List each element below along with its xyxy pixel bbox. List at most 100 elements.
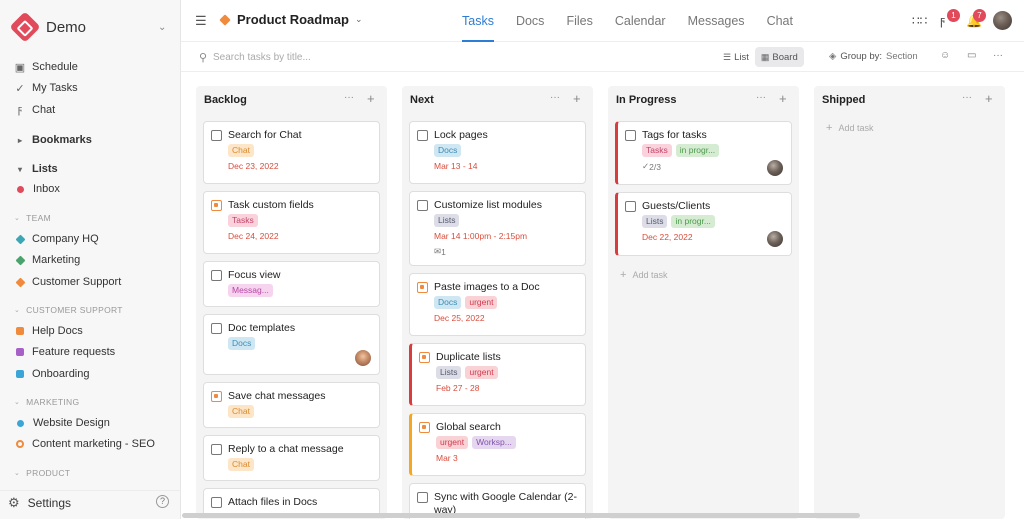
add-task-button[interactable]: + Add task xyxy=(620,269,667,281)
tag-badge[interactable]: Tasks xyxy=(228,214,258,227)
tag-badge[interactable]: Lists xyxy=(434,214,460,227)
column-title[interactable]: In Progress xyxy=(616,94,677,106)
people-icon[interactable]: ☺ xyxy=(940,50,950,61)
sidebar-item-help-docs[interactable]: Help Docs xyxy=(0,321,181,341)
tab-messages[interactable]: Messages xyxy=(677,0,756,42)
sidebar-item-inbox[interactable]: Inbox xyxy=(0,179,181,199)
tag-badge[interactable]: in progr... xyxy=(675,144,720,157)
activity-icon[interactable]: ϝ1 xyxy=(940,9,960,28)
scrollbar-thumb[interactable] xyxy=(182,513,860,518)
column-add-icon[interactable]: + xyxy=(779,91,787,106)
bell-icon[interactable]: 🔔 7 xyxy=(966,9,986,29)
task-checkbox[interactable] xyxy=(417,282,428,293)
task-checkbox[interactable] xyxy=(211,200,222,211)
sidebar-section-marketing[interactable]: ⌄ MARKETING xyxy=(0,394,181,410)
group-by-selector[interactable]: ◈ Group by: Section xyxy=(829,51,918,62)
sidebar-item-feature-requests[interactable]: Feature requests xyxy=(0,342,181,362)
sidebar-item-my-tasks[interactable]: ✓ My Tasks xyxy=(0,78,181,98)
assignee-avatar[interactable] xyxy=(767,231,783,247)
tag-badge[interactable]: Tasks xyxy=(642,144,672,157)
task-card[interactable]: Search for Chat Chat Dec 23, 2022 xyxy=(203,121,380,184)
tag-badge[interactable]: urgent xyxy=(465,366,498,379)
task-card[interactable]: Lock pages Docs Mar 13 - 14 xyxy=(409,121,586,184)
task-card[interactable]: Customize list modules Lists Mar 14 1:00pm… xyxy=(409,191,586,266)
tab-chat[interactable]: Chat xyxy=(756,0,804,42)
assignee-avatar[interactable] xyxy=(767,160,783,176)
task-checkbox[interactable] xyxy=(419,422,430,433)
column-add-icon[interactable]: + xyxy=(367,91,375,106)
column-add-icon[interactable]: + xyxy=(985,91,993,106)
task-checkbox[interactable] xyxy=(211,444,222,455)
tag-badge[interactable]: Chat xyxy=(228,144,254,157)
tab-tasks[interactable]: Tasks xyxy=(451,0,505,42)
tab-files[interactable]: Files xyxy=(555,0,603,42)
tag-badge[interactable]: Chat xyxy=(228,405,254,418)
sidebar-item-schedule[interactable]: ▣ Schedule xyxy=(0,57,181,77)
task-checkbox[interactable] xyxy=(417,200,428,211)
tab-docs[interactable]: Docs xyxy=(505,0,555,42)
tag-badge[interactable]: Docs xyxy=(434,296,462,309)
assignee-avatar[interactable] xyxy=(355,350,371,366)
sidebar-item-website-design[interactable]: Website Design xyxy=(0,413,181,433)
sidebar-item-content-marketing-seo[interactable]: Content marketing - SEO xyxy=(0,434,181,454)
tag-badge[interactable]: Chat xyxy=(228,458,254,471)
sidebar-item-customer-support[interactable]: Customer Support xyxy=(0,272,181,292)
task-checkbox[interactable] xyxy=(211,391,222,402)
help-icon[interactable]: ? xyxy=(156,495,169,508)
task-checkbox[interactable] xyxy=(211,323,222,334)
tag-badge[interactable]: in progr... xyxy=(671,215,715,228)
tab-calendar[interactable]: Calendar xyxy=(604,0,677,42)
tag-badge[interactable]: Lists xyxy=(436,366,462,379)
sidebar-item-marketing[interactable]: Marketing xyxy=(0,250,181,270)
task-card[interactable]: Duplicate lists Lists urgent Feb 27 - 28 xyxy=(409,343,586,406)
column-add-icon[interactable]: + xyxy=(573,91,581,106)
task-card[interactable]: Guests/Clients Lists in progr... Dec 22, 20… xyxy=(615,192,792,256)
column-title[interactable]: Shipped xyxy=(822,94,865,106)
task-card[interactable]: Global search urgent Worksp... Mar 3 xyxy=(409,413,586,476)
task-card[interactable]: Reply to a chat message Chat xyxy=(203,435,380,481)
task-checkbox[interactable] xyxy=(211,497,222,508)
sidebar-item-onboarding[interactable]: Onboarding xyxy=(0,364,181,384)
sidebar-item-lists[interactable]: ▾ Lists xyxy=(0,159,181,179)
menu-icon[interactable]: ☰ xyxy=(195,13,207,29)
apps-grid-icon[interactable]: ∷∷ xyxy=(912,14,927,28)
task-card[interactable]: Focus view Messag... xyxy=(203,261,380,307)
column-title[interactable]: Next xyxy=(410,94,434,106)
workspace-switcher[interactable]: Demo xyxy=(9,11,86,43)
add-task-button[interactable]: + Add task xyxy=(826,122,873,134)
task-checkbox[interactable] xyxy=(417,492,428,503)
settings-button[interactable]: ⚙ Settings ? xyxy=(0,490,181,514)
task-checkbox[interactable] xyxy=(625,130,636,141)
column-more-icon[interactable]: ··· xyxy=(344,92,354,103)
task-checkbox[interactable] xyxy=(417,130,428,141)
column-title[interactable]: Backlog xyxy=(204,94,247,106)
task-checkbox[interactable] xyxy=(211,130,222,141)
view-list-button[interactable]: ☰ List xyxy=(717,47,755,67)
tag-badge[interactable]: Docs xyxy=(434,144,462,157)
task-card[interactable]: Task custom fields Tasks Dec 24, 2022 xyxy=(203,191,380,254)
tag-badge[interactable]: urgent xyxy=(465,296,498,309)
task-checkbox[interactable] xyxy=(211,270,222,281)
tag-badge[interactable]: Messag... xyxy=(228,284,273,297)
project-title[interactable]: Product Roadmap ⌄ xyxy=(219,12,363,27)
user-avatar[interactable] xyxy=(993,11,1012,30)
tag-badge[interactable]: Docs xyxy=(228,337,256,350)
search-input[interactable] xyxy=(213,49,513,65)
horizontal-scrollbar[interactable] xyxy=(0,512,1024,519)
view-board-button[interactable]: ▦ Board xyxy=(754,47,804,67)
chevron-down-icon[interactable]: ⌄ xyxy=(158,22,166,33)
sidebar-item-bookmarks[interactable]: ▸ Bookmarks xyxy=(0,130,181,150)
sidebar-section-customer-support[interactable]: ⌄ CUSTOMER SUPPORT xyxy=(0,302,181,318)
more-options-icon[interactable]: ··· xyxy=(993,50,1003,61)
task-card[interactable]: Tags for tasks Tasks in progr... ✓ 2/3 xyxy=(615,121,792,185)
task-card[interactable]: Doc templates Docs xyxy=(203,314,380,375)
sidebar-section-team[interactable]: ⌄ TEAM xyxy=(0,210,181,226)
column-more-icon[interactable]: ··· xyxy=(962,92,972,103)
column-more-icon[interactable]: ··· xyxy=(756,92,766,103)
tag-badge[interactable]: urgent xyxy=(436,436,469,449)
window-icon[interactable]: ▭ xyxy=(967,50,976,61)
tag-badge[interactable]: Worksp... xyxy=(472,436,516,449)
sidebar-section-product[interactable]: ⌄ PRODUCT xyxy=(0,465,181,481)
column-more-icon[interactable]: ··· xyxy=(550,92,560,103)
sidebar-item-company-hq[interactable]: Company HQ xyxy=(0,229,181,249)
